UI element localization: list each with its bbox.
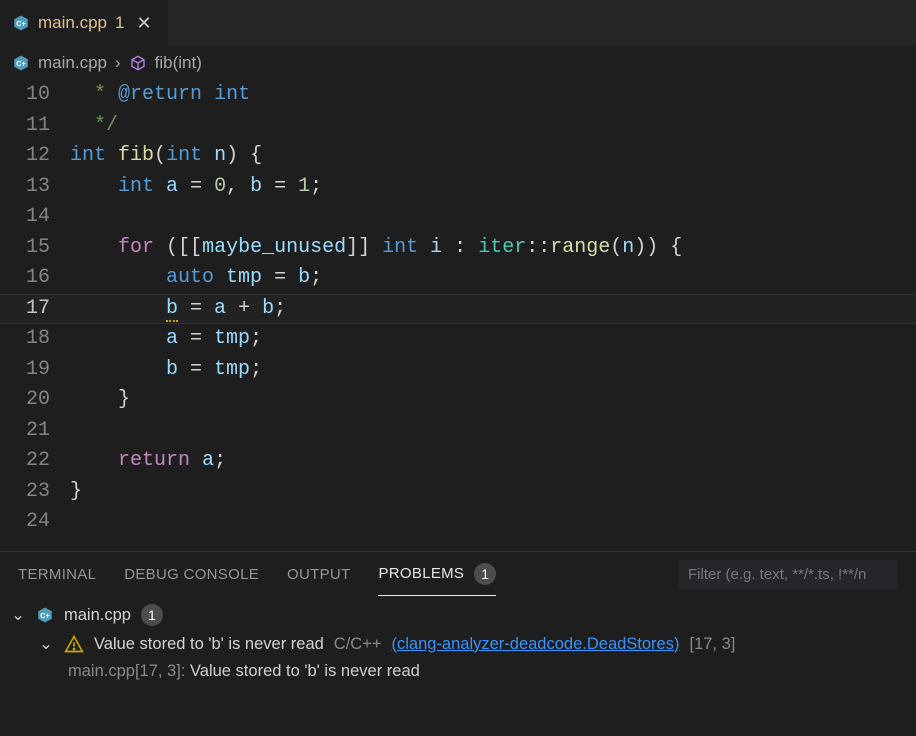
editor-tab-main[interactable]: C+ main.cpp 1 ✕ xyxy=(0,0,169,46)
problem-message: Value stored to 'b' is never read xyxy=(94,635,324,654)
code-line[interactable] xyxy=(70,202,916,233)
problems-list: ⌄ C+ main.cpp 1 ⌄ Value stored to 'b' is… xyxy=(0,596,916,736)
code-line[interactable]: for ([[maybe_unused]] int i : iter::rang… xyxy=(70,233,916,264)
code-content[interactable]: * @return int */int fib(int n) { int a =… xyxy=(70,80,916,551)
line-number: 23 xyxy=(0,477,50,508)
code-line[interactable]: b = tmp; xyxy=(70,355,916,386)
problem-detail-path: main.cpp[17, 3]: xyxy=(68,662,185,680)
problems-filter xyxy=(678,560,898,589)
cpp-file-icon: C+ xyxy=(36,606,54,624)
code-line[interactable]: return a; xyxy=(70,446,916,477)
chevron-right-icon: › xyxy=(115,53,121,73)
code-line[interactable]: a = tmp; xyxy=(70,324,916,355)
code-line[interactable]: int a = 0, b = 1; xyxy=(70,172,916,203)
breadcrumb-symbol[interactable]: fib(int) xyxy=(155,53,202,73)
code-line[interactable] xyxy=(70,416,916,447)
code-line[interactable]: } xyxy=(70,385,916,416)
panel-tab-bar: TERMINAL DEBUG CONSOLE OUTPUT PROBLEMS 1 xyxy=(0,552,916,596)
svg-text:C+: C+ xyxy=(40,611,50,620)
line-number: 15 xyxy=(0,233,50,264)
line-number: 14 xyxy=(0,202,50,233)
breadcrumb-file[interactable]: main.cpp xyxy=(38,53,107,73)
tab-bar: C+ main.cpp 1 ✕ xyxy=(0,0,916,46)
tab-file-name: main.cpp xyxy=(38,13,107,33)
line-number-gutter: 101112131415161718192021222324 xyxy=(0,80,70,551)
problems-file-row[interactable]: ⌄ C+ main.cpp 1 xyxy=(10,600,906,632)
line-number: 21 xyxy=(0,416,50,447)
symbol-method-icon xyxy=(129,54,147,72)
cpp-file-icon: C+ xyxy=(12,14,30,32)
code-line[interactable]: int fib(int n) { xyxy=(70,141,916,172)
line-number: 22 xyxy=(0,446,50,477)
tab-problems[interactable]: PROBLEMS 1 xyxy=(378,553,496,596)
problem-code-link[interactable]: (clang-analyzer-deadcode.DeadStores) xyxy=(391,635,679,654)
line-number: 20 xyxy=(0,385,50,416)
problems-file-name: main.cpp xyxy=(64,606,131,625)
close-icon[interactable]: ✕ xyxy=(132,13,155,34)
svg-text:C+: C+ xyxy=(16,19,26,28)
code-line[interactable]: */ xyxy=(70,111,916,142)
problems-filter-input[interactable] xyxy=(678,560,898,589)
line-number: 17 xyxy=(0,294,50,325)
line-number: 16 xyxy=(0,263,50,294)
problem-source: C/C++ xyxy=(334,635,382,654)
line-number: 13 xyxy=(0,172,50,203)
code-line[interactable]: b = a + b; xyxy=(70,294,916,325)
bottom-panel: TERMINAL DEBUG CONSOLE OUTPUT PROBLEMS 1… xyxy=(0,551,916,736)
problem-item[interactable]: ⌄ Value stored to 'b' is never read C/C+… xyxy=(10,632,906,658)
tab-modified-indicator: 1 xyxy=(115,13,124,33)
problems-count-badge: 1 xyxy=(474,563,496,585)
problem-location: [17, 3] xyxy=(689,635,735,654)
code-line[interactable]: } xyxy=(70,477,916,508)
cpp-file-icon: C+ xyxy=(12,54,30,72)
line-number: 19 xyxy=(0,355,50,386)
problem-detail-message: Value stored to 'b' is never read xyxy=(190,662,420,680)
chevron-down-icon[interactable]: ⌄ xyxy=(10,605,26,625)
tab-debug-console[interactable]: DEBUG CONSOLE xyxy=(124,556,259,593)
svg-text:C+: C+ xyxy=(16,59,26,68)
line-number: 10 xyxy=(0,80,50,111)
chevron-down-icon[interactable]: ⌄ xyxy=(38,634,54,654)
tab-output[interactable]: OUTPUT xyxy=(287,556,350,593)
tab-terminal[interactable]: TERMINAL xyxy=(18,556,96,593)
problem-detail[interactable]: main.cpp[17, 3]: Value stored to 'b' is … xyxy=(10,658,906,681)
code-line[interactable] xyxy=(70,507,916,538)
line-number: 11 xyxy=(0,111,50,142)
code-line[interactable]: * @return int xyxy=(70,80,916,111)
tab-problems-label: PROBLEMS xyxy=(378,565,464,582)
line-number: 12 xyxy=(0,141,50,172)
line-number: 18 xyxy=(0,324,50,355)
warning-icon xyxy=(64,634,84,654)
problems-file-count-badge: 1 xyxy=(141,604,163,626)
code-line[interactable]: auto tmp = b; xyxy=(70,263,916,294)
line-number: 24 xyxy=(0,507,50,538)
breadcrumb[interactable]: C+ main.cpp › fib(int) xyxy=(0,46,916,80)
code-editor[interactable]: 101112131415161718192021222324 * @return… xyxy=(0,80,916,551)
